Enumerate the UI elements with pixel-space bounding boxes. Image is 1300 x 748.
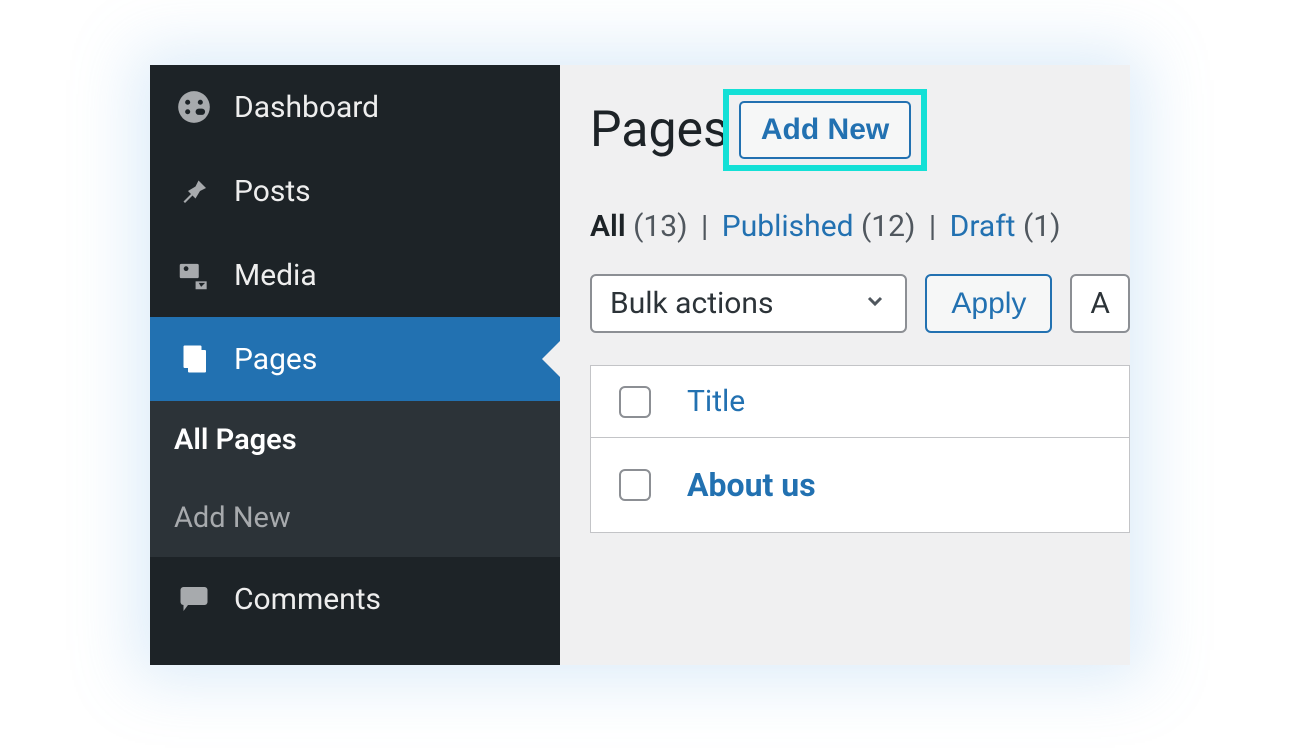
- bulk-actions-select[interactable]: Bulk actions: [590, 274, 907, 333]
- highlight-annotation: Add New: [723, 89, 927, 171]
- main-content: Pages Add New All (13) | Published (12) …: [560, 65, 1130, 665]
- page-row-title[interactable]: About us: [687, 466, 816, 504]
- sidebar-item-label: Posts: [234, 174, 311, 209]
- filter-draft[interactable]: Draft (1): [950, 209, 1061, 244]
- page-header: Pages Add New: [590, 89, 1130, 171]
- sidebar-submenu-pages: All Pages Add New: [150, 401, 560, 557]
- pages-icon: [174, 339, 214, 379]
- sidebar-item-dashboard[interactable]: Dashboard: [150, 65, 560, 149]
- table-header-row: Title: [591, 366, 1129, 438]
- sidebar-item-label: Comments: [234, 582, 381, 617]
- page-title: Pages: [590, 101, 729, 159]
- submenu-item-all-pages[interactable]: All Pages: [150, 401, 560, 479]
- pages-table: Title About us: [590, 365, 1130, 533]
- add-new-button[interactable]: Add New: [739, 101, 911, 159]
- sidebar-item-pages[interactable]: Pages: [150, 317, 560, 401]
- dashboard-icon: [174, 87, 214, 127]
- screenshot-frame: Dashboard Posts Media Pages All Pages Ad…: [150, 65, 1130, 665]
- pin-icon: [174, 171, 214, 211]
- select-all-checkbox[interactable]: [619, 386, 651, 418]
- sidebar-item-posts[interactable]: Posts: [150, 149, 560, 233]
- admin-sidebar: Dashboard Posts Media Pages All Pages Ad…: [150, 65, 560, 665]
- filter-all[interactable]: All (13): [590, 209, 695, 244]
- chevron-down-icon: [863, 286, 887, 321]
- filter-published[interactable]: Published (12): [722, 209, 923, 244]
- table-nav: Bulk actions Apply A: [590, 274, 1130, 333]
- sidebar-item-label: Dashboard: [234, 90, 379, 125]
- sidebar-item-label: Pages: [234, 342, 317, 377]
- column-header-title[interactable]: Title: [687, 384, 745, 419]
- apply-button[interactable]: Apply: [925, 274, 1052, 333]
- table-row: About us: [591, 438, 1129, 532]
- media-icon: [174, 255, 214, 295]
- sidebar-item-label: Media: [234, 258, 317, 293]
- date-filter-select[interactable]: A: [1070, 274, 1130, 333]
- row-checkbox[interactable]: [619, 469, 651, 501]
- submenu-item-add-new[interactable]: Add New: [150, 479, 560, 557]
- status-filter-links: All (13) | Published (12) | Draft (1): [590, 209, 1130, 244]
- sidebar-item-comments[interactable]: Comments: [150, 557, 560, 641]
- sidebar-item-media[interactable]: Media: [150, 233, 560, 317]
- comments-icon: [174, 579, 214, 619]
